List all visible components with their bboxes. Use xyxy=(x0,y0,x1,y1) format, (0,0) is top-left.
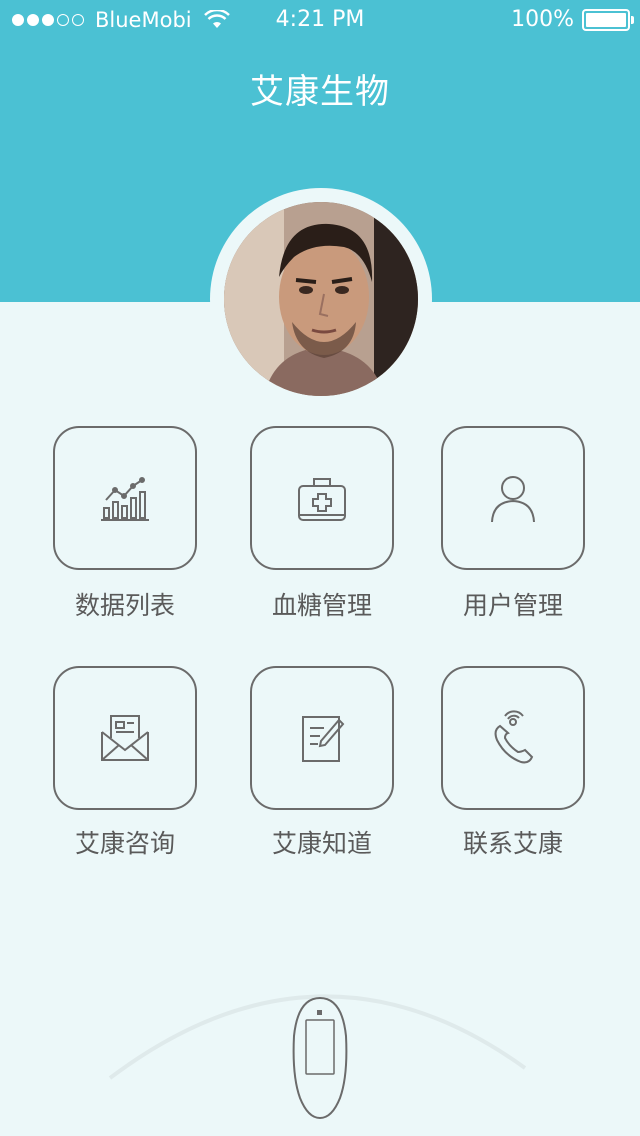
user-management-label: 用户管理 xyxy=(462,591,563,620)
phone-icon xyxy=(494,710,534,764)
status-bar: BlueMobi 4:21 PM 100% xyxy=(0,0,640,40)
page-title: 艾康生物 xyxy=(250,72,390,112)
mail-envelope-icon xyxy=(101,715,149,761)
data-list-button[interactable] xyxy=(53,426,197,570)
contact-button[interactable] xyxy=(441,666,585,810)
knowledge-button[interactable] xyxy=(250,666,394,810)
blood-sugar-label: 血糖管理 xyxy=(271,591,372,620)
battery-percent: 100% xyxy=(511,7,574,32)
notepad-pen-icon xyxy=(302,716,345,762)
consult-button[interactable] xyxy=(53,666,197,810)
medical-kit-icon xyxy=(298,478,346,521)
knowledge-label: 艾康知道 xyxy=(271,829,372,858)
avatar-photo xyxy=(224,202,418,396)
avatar[interactable] xyxy=(224,202,418,396)
user-management-button[interactable] xyxy=(441,426,585,570)
data-list-label: 数据列表 xyxy=(74,591,175,620)
bar-chart-icon xyxy=(101,477,149,521)
meter-device-icon[interactable] xyxy=(290,996,350,1120)
battery-group: 100% xyxy=(511,7,634,32)
user-icon xyxy=(491,476,535,523)
blood-sugar-button[interactable] xyxy=(250,426,394,570)
consult-label: 艾康咨询 xyxy=(74,829,175,858)
battery-icon xyxy=(582,8,634,31)
contact-label: 联系艾康 xyxy=(462,829,563,858)
